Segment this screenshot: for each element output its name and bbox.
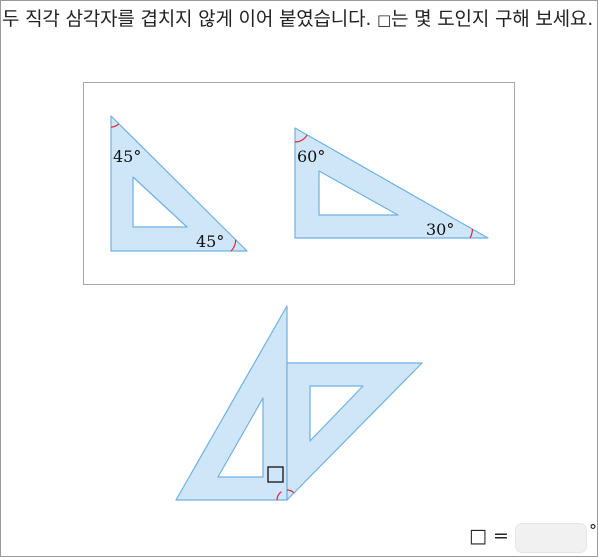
answer-label: □ = <box>469 525 509 547</box>
angle-label-30: 30° <box>426 220 454 239</box>
reference-figure-box: 45° 45° 60° 30° <box>83 82 515 285</box>
angle-label-60: 60° <box>297 147 325 166</box>
angle-label-bottom: 45° <box>196 232 224 251</box>
unknown-angle-symbol: □ <box>377 11 392 29</box>
answer-row: □ = ° <box>469 521 597 553</box>
degree-unit: ° <box>589 521 597 540</box>
answer-input[interactable] <box>515 523 587 553</box>
angle-label-top: 45° <box>113 147 141 166</box>
set-square-30-60: 60° 30° <box>294 127 489 239</box>
set-square-45: 45° 45° <box>110 115 248 252</box>
reference-figure: 45° 45° 60° 30° <box>110 115 489 252</box>
question-text: 두 직각 삼각자를 겹치지 않게 이어 붙였습니다. □는 몇 도인지 구해 보… <box>2 8 594 30</box>
